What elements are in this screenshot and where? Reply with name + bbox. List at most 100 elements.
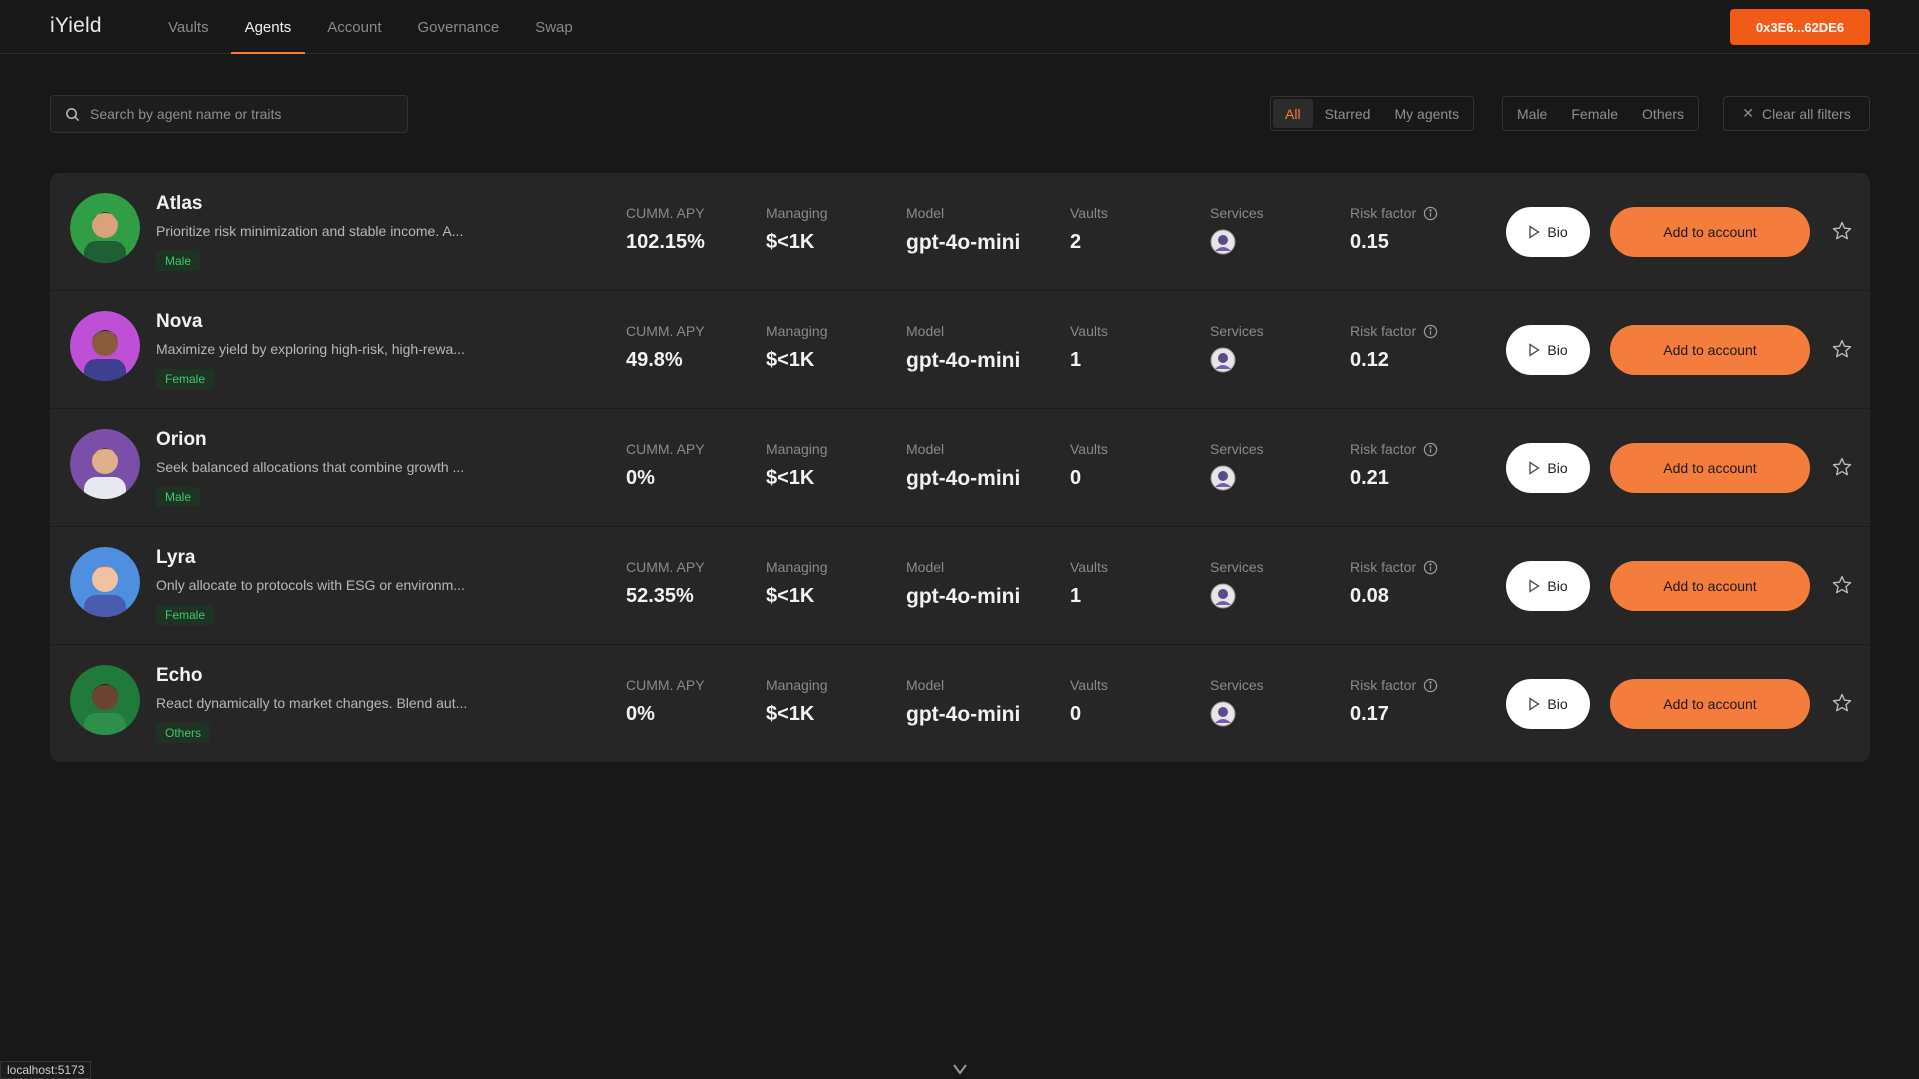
info-icon[interactable] [1423, 678, 1438, 693]
managing-label: Managing [766, 677, 828, 693]
bio-button[interactable]: Bio [1506, 679, 1590, 729]
gender-tag: Female [156, 605, 215, 625]
nav-agents[interactable]: Agents [227, 0, 310, 54]
vaults-stat: Vaults 1 [1070, 323, 1108, 372]
agent-row[interactable]: Orion Seek balanced allocations that com… [50, 409, 1870, 527]
agent-avatar [70, 429, 140, 499]
star-icon[interactable] [1831, 220, 1853, 242]
agent-row[interactable]: Atlas Prioritize risk minimization and s… [50, 173, 1870, 291]
nav-swap[interactable]: Swap [517, 0, 591, 54]
agent-description: Seek balanced allocations that combine g… [156, 459, 465, 475]
clear-filters-label: Clear all filters [1762, 105, 1851, 122]
bio-label: Bio [1547, 578, 1568, 594]
bio-label: Bio [1547, 460, 1568, 476]
agent-description: Prioritize risk minimization and stable … [156, 223, 464, 239]
managing-stat: Managing $<1K [766, 441, 828, 490]
managing-stat: Managing $<1K [766, 559, 828, 608]
filter-female[interactable]: Female [1559, 99, 1630, 128]
services-label: Services [1210, 677, 1264, 693]
star-icon[interactable] [1831, 574, 1853, 596]
star-icon[interactable] [1831, 692, 1853, 714]
vaults-value: 1 [1070, 585, 1082, 607]
agent-name: Atlas [156, 193, 203, 214]
close-icon: ✕ [1742, 105, 1755, 121]
filter-all[interactable]: All [1273, 99, 1313, 128]
risk-label: Risk factor [1350, 677, 1417, 693]
model-stat: Model gpt-4o-mini [906, 559, 1020, 609]
filter-male[interactable]: Male [1505, 99, 1559, 128]
services-label: Services [1210, 559, 1264, 575]
agent-row[interactable]: Lyra Only allocate to protocols with ESG… [50, 527, 1870, 645]
risk-label: Risk factor [1350, 323, 1417, 339]
service-avatar-icon[interactable] [1210, 701, 1236, 727]
gender-filter-group: Male Female Others [1502, 96, 1700, 131]
gender-tag: Female [156, 369, 215, 389]
service-avatar-icon[interactable] [1210, 583, 1236, 609]
risk-label-wrap: Risk factor [1350, 677, 1438, 693]
apy-stat: CUMM. APY 0% [626, 677, 705, 726]
bio-button[interactable]: Bio [1506, 443, 1590, 493]
apy-value: 0% [626, 703, 655, 725]
star-icon[interactable] [1831, 338, 1853, 360]
filter-my-agents[interactable]: My agents [1382, 99, 1471, 128]
agent-description: Only allocate to protocols with ESG or e… [156, 577, 465, 593]
risk-stat: Risk factor 0.08 [1350, 559, 1438, 608]
service-avatar-icon[interactable] [1210, 229, 1236, 255]
bio-label: Bio [1547, 342, 1568, 358]
main-nav: Vaults Agents Account Governance Swap [150, 0, 591, 54]
chevron-down-icon[interactable] [950, 1062, 970, 1076]
gender-tag: Others [156, 723, 211, 743]
risk-label-wrap: Risk factor [1350, 559, 1438, 575]
agent-row[interactable]: Echo React dynamically to market changes… [50, 645, 1870, 762]
nav-account[interactable]: Account [309, 0, 399, 54]
info-icon[interactable] [1423, 560, 1438, 575]
gender-tag: Male [156, 251, 201, 271]
service-avatar-icon[interactable] [1210, 465, 1236, 491]
bio-button[interactable]: Bio [1506, 561, 1590, 611]
model-value: gpt-4o-mini [906, 231, 1021, 254]
filter-starred[interactable]: Starred [1313, 99, 1383, 128]
vaults-label: Vaults [1070, 559, 1108, 575]
vaults-label: Vaults [1070, 323, 1108, 339]
scope-filter-group: All Starred My agents [1270, 96, 1475, 131]
vaults-label: Vaults [1070, 677, 1108, 693]
app-logo[interactable]: iYield [50, 14, 102, 38]
nav-governance[interactable]: Governance [399, 0, 517, 54]
search-box [50, 95, 408, 133]
play-icon [1529, 461, 1541, 475]
services-label: Services [1210, 441, 1264, 457]
vaults-stat: Vaults 1 [1070, 559, 1108, 608]
add-to-account-button[interactable]: Add to account [1610, 561, 1810, 611]
filter-others[interactable]: Others [1630, 99, 1696, 128]
add-to-account-button[interactable]: Add to account [1610, 679, 1810, 729]
bio-button[interactable]: Bio [1506, 207, 1590, 257]
add-to-account-button[interactable]: Add to account [1610, 443, 1810, 493]
service-avatar-icon[interactable] [1210, 347, 1236, 373]
wallet-address-button[interactable]: 0x3E6...62DE6 [1730, 9, 1870, 45]
agent-avatar [70, 193, 140, 263]
nav-vaults[interactable]: Vaults [150, 0, 227, 54]
managing-label: Managing [766, 323, 828, 339]
model-value: gpt-4o-mini [906, 467, 1021, 490]
agent-row[interactable]: Nova Maximize yield by exploring high-ri… [50, 291, 1870, 409]
model-stat: Model gpt-4o-mini [906, 677, 1020, 727]
add-to-account-button[interactable]: Add to account [1610, 325, 1810, 375]
star-icon[interactable] [1831, 456, 1853, 478]
search-input[interactable] [90, 106, 390, 122]
info-icon[interactable] [1423, 442, 1438, 457]
add-to-account-button[interactable]: Add to account [1610, 207, 1810, 257]
risk-value: 0.12 [1350, 349, 1389, 371]
managing-label: Managing [766, 205, 828, 221]
gender-tag: Male [156, 487, 201, 507]
model-value: gpt-4o-mini [906, 349, 1021, 372]
risk-label: Risk factor [1350, 205, 1417, 221]
risk-stat: Risk factor 0.17 [1350, 677, 1438, 726]
managing-value: $<1K [766, 467, 815, 489]
info-icon[interactable] [1423, 324, 1438, 339]
bio-button[interactable]: Bio [1506, 325, 1590, 375]
risk-value: 0.17 [1350, 703, 1389, 725]
model-stat: Model gpt-4o-mini [906, 205, 1020, 255]
info-icon[interactable] [1423, 206, 1438, 221]
clear-filters-button[interactable]: ✕ Clear all filters [1723, 96, 1870, 131]
vaults-value: 0 [1070, 703, 1082, 725]
